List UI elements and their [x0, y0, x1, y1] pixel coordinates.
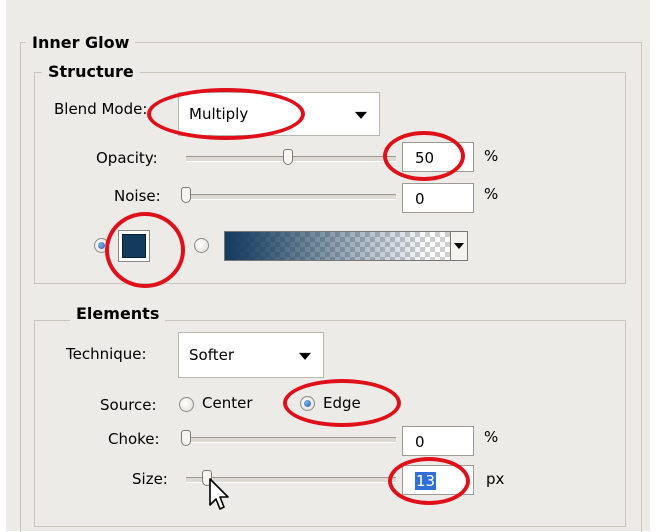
size-unit: px [486, 470, 505, 488]
technique-select[interactable]: Softer [178, 332, 324, 378]
highlight-circle-color [105, 212, 185, 288]
noise-input[interactable]: 0 [402, 183, 474, 213]
mouse-cursor-icon [209, 478, 229, 510]
highlight-circle-blend-mode [147, 88, 305, 140]
opacity-label: Opacity: [96, 149, 158, 167]
blend-mode-label: Blend Mode: [54, 100, 148, 118]
chevron-down-icon [299, 352, 311, 360]
source-center-label[interactable]: Center [202, 394, 253, 412]
noise-slider[interactable] [186, 194, 396, 200]
choke-input[interactable]: 0 [402, 426, 474, 456]
technique-value: Softer [189, 346, 234, 364]
source-center-radio[interactable] [179, 397, 194, 412]
highlight-circle-edge [283, 379, 401, 427]
structure-title: Structure [42, 63, 140, 81]
opacity-slider-thumb[interactable] [283, 149, 293, 165]
noise-label: Noise: [114, 187, 161, 205]
size-label: Size: [132, 470, 168, 488]
noise-slider-thumb[interactable] [181, 187, 191, 203]
source-label: Source: [100, 396, 157, 414]
inner-glow-title: Inner Glow [26, 34, 136, 52]
highlight-circle-opacity [383, 131, 465, 181]
choke-label: Choke: [108, 430, 160, 448]
opacity-unit: % [484, 147, 499, 165]
inner-glow-panel: Inner Glow Structure Blend Mode: Multipl… [6, 0, 650, 532]
gradient-radio[interactable] [194, 238, 209, 253]
gradient-picker[interactable] [224, 231, 468, 261]
choke-slider-thumb[interactable] [181, 430, 191, 446]
chevron-down-icon [355, 111, 367, 119]
technique-label: Technique: [66, 345, 147, 363]
choke-slider[interactable] [186, 437, 396, 443]
elements-title: Elements [70, 305, 166, 323]
noise-unit: % [484, 185, 499, 203]
gradient-dropdown-button[interactable] [450, 232, 467, 260]
highlight-circle-size [388, 457, 470, 505]
choke-unit: % [484, 428, 499, 446]
